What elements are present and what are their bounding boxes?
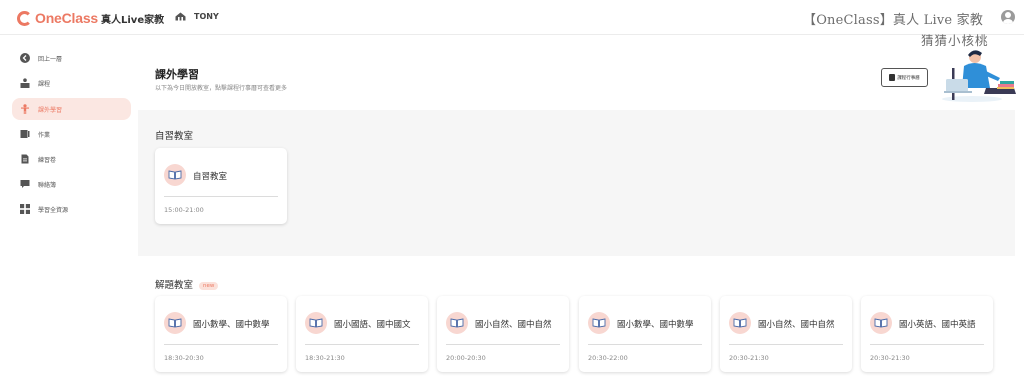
card-title: 國小自然、國中自然 xyxy=(475,320,552,330)
homework-icon xyxy=(20,129,30,139)
sidebar-item-contact-book[interactable]: 聯絡簿 xyxy=(12,173,131,195)
teacher-desk-icon xyxy=(20,78,30,88)
user-chip[interactable]: TONY xyxy=(175,12,219,21)
card-title: 國小數學、國中數學 xyxy=(617,320,694,330)
course-schedule-label: 課程行事曆 xyxy=(897,75,920,81)
card-time: 20:30-21:30 xyxy=(870,354,910,362)
open-book-icon xyxy=(164,164,186,186)
open-book-icon xyxy=(588,312,610,334)
watermark-line-2: 猜猜小核桃 xyxy=(921,33,989,48)
card-divider xyxy=(870,344,984,345)
open-book-icon xyxy=(164,312,186,334)
sidebar-item-resources[interactable]: 學習全資源 xyxy=(12,198,131,220)
sidebar-item-label: 回上一層 xyxy=(38,55,63,63)
new-badge: new xyxy=(199,281,219,290)
user-name: TONY xyxy=(194,12,219,21)
qa-card[interactable]: 國小數學、國中數學 18:30-20:30 xyxy=(155,296,287,372)
house-icon xyxy=(175,12,186,21)
qa-card[interactable]: 國小自然、國中自然 20:30-21:30 xyxy=(720,296,852,372)
sidebar-item-label: 課外學習 xyxy=(38,106,63,114)
open-book-icon xyxy=(729,312,751,334)
sidebar-item-homework[interactable]: 作業 xyxy=(12,123,131,145)
self-study-card[interactable]: 自習教室 15:00-21:00 xyxy=(155,148,287,224)
account-avatar-icon[interactable] xyxy=(1001,10,1015,24)
sidebar-item-practice[interactable]: 練習卷 xyxy=(12,148,131,170)
card-time: 20:00-20:30 xyxy=(446,354,486,362)
calendar-check-icon xyxy=(889,74,896,81)
open-book-icon xyxy=(446,312,468,334)
open-book-icon xyxy=(305,312,327,334)
card-time: 20:30-22:00 xyxy=(588,354,628,362)
open-book-icon xyxy=(870,312,892,334)
course-schedule-button[interactable]: 課程行事曆 xyxy=(881,68,928,87)
chat-bubble-icon xyxy=(20,179,30,189)
page-subtitle: 以下為今日開放教室，點擊課程行事曆可查看更多 xyxy=(155,85,288,92)
card-divider xyxy=(446,344,560,345)
sidebar-item-extracurricular[interactable]: 課外學習 xyxy=(12,98,131,120)
qa-card[interactable]: 國小數學、國中數學 20:30-22:00 xyxy=(579,296,711,372)
qa-title: 解題教室 xyxy=(155,280,194,291)
card-divider xyxy=(164,196,278,197)
sidebar-item-courses[interactable]: 課程 xyxy=(12,72,131,94)
qa-card[interactable]: 國小英語、國中英語 20:30-21:30 xyxy=(861,296,993,372)
sidebar: 回上一層 課程 課外學習 作業 練習卷 聯絡簿 學習全資源 xyxy=(0,36,140,386)
card-time: 15:00-21:00 xyxy=(164,206,204,214)
page-title: 課外學習 xyxy=(155,68,199,81)
card-time: 18:30-21:30 xyxy=(305,354,345,362)
sidebar-item-label: 聯絡簿 xyxy=(38,181,57,189)
document-icon xyxy=(20,154,30,164)
logo-subtitle: 真人Live家教 xyxy=(101,14,165,26)
qa-card[interactable]: 國小國語、國中國文 18:30-21:30 xyxy=(296,296,428,372)
card-time: 18:30-20:30 xyxy=(164,354,204,362)
card-title: 國小數學、國中數學 xyxy=(193,320,270,330)
sidebar-item-label: 練習卷 xyxy=(38,156,57,164)
grid-icon xyxy=(20,204,30,214)
card-title: 國小英語、國中英語 xyxy=(899,320,976,330)
watermark-line-1: 【OneClass】真人 Live 家教 xyxy=(803,13,984,28)
student-laptop-illustration xyxy=(942,50,1016,102)
sidebar-item-label: 學習全資源 xyxy=(38,206,69,214)
card-divider xyxy=(588,344,702,345)
logo-mark-icon xyxy=(17,10,32,26)
qa-section-title: 解題教室 new xyxy=(155,277,219,291)
card-time: 20:30-21:30 xyxy=(729,354,769,362)
oneclass-logo[interactable]: OneClass 真人Live家教 xyxy=(17,10,164,26)
arrow-left-circle-icon xyxy=(20,53,30,63)
card-title: 國小自然、國中自然 xyxy=(758,320,835,330)
sidebar-item-label: 作業 xyxy=(38,131,51,139)
sidebar-item-label: 課程 xyxy=(38,80,51,88)
logo-text: OneClass xyxy=(35,10,98,26)
card-title: 自習教室 xyxy=(193,172,228,182)
person-icon xyxy=(20,104,30,114)
card-divider xyxy=(729,344,843,345)
card-title: 國小國語、國中國文 xyxy=(334,320,411,330)
qa-card[interactable]: 國小自然、國中自然 20:00-20:30 xyxy=(437,296,569,372)
self-study-title: 自習教室 xyxy=(155,131,194,142)
card-divider xyxy=(305,344,419,345)
sidebar-item-back[interactable]: 回上一層 xyxy=(12,47,131,69)
card-divider xyxy=(164,344,278,345)
